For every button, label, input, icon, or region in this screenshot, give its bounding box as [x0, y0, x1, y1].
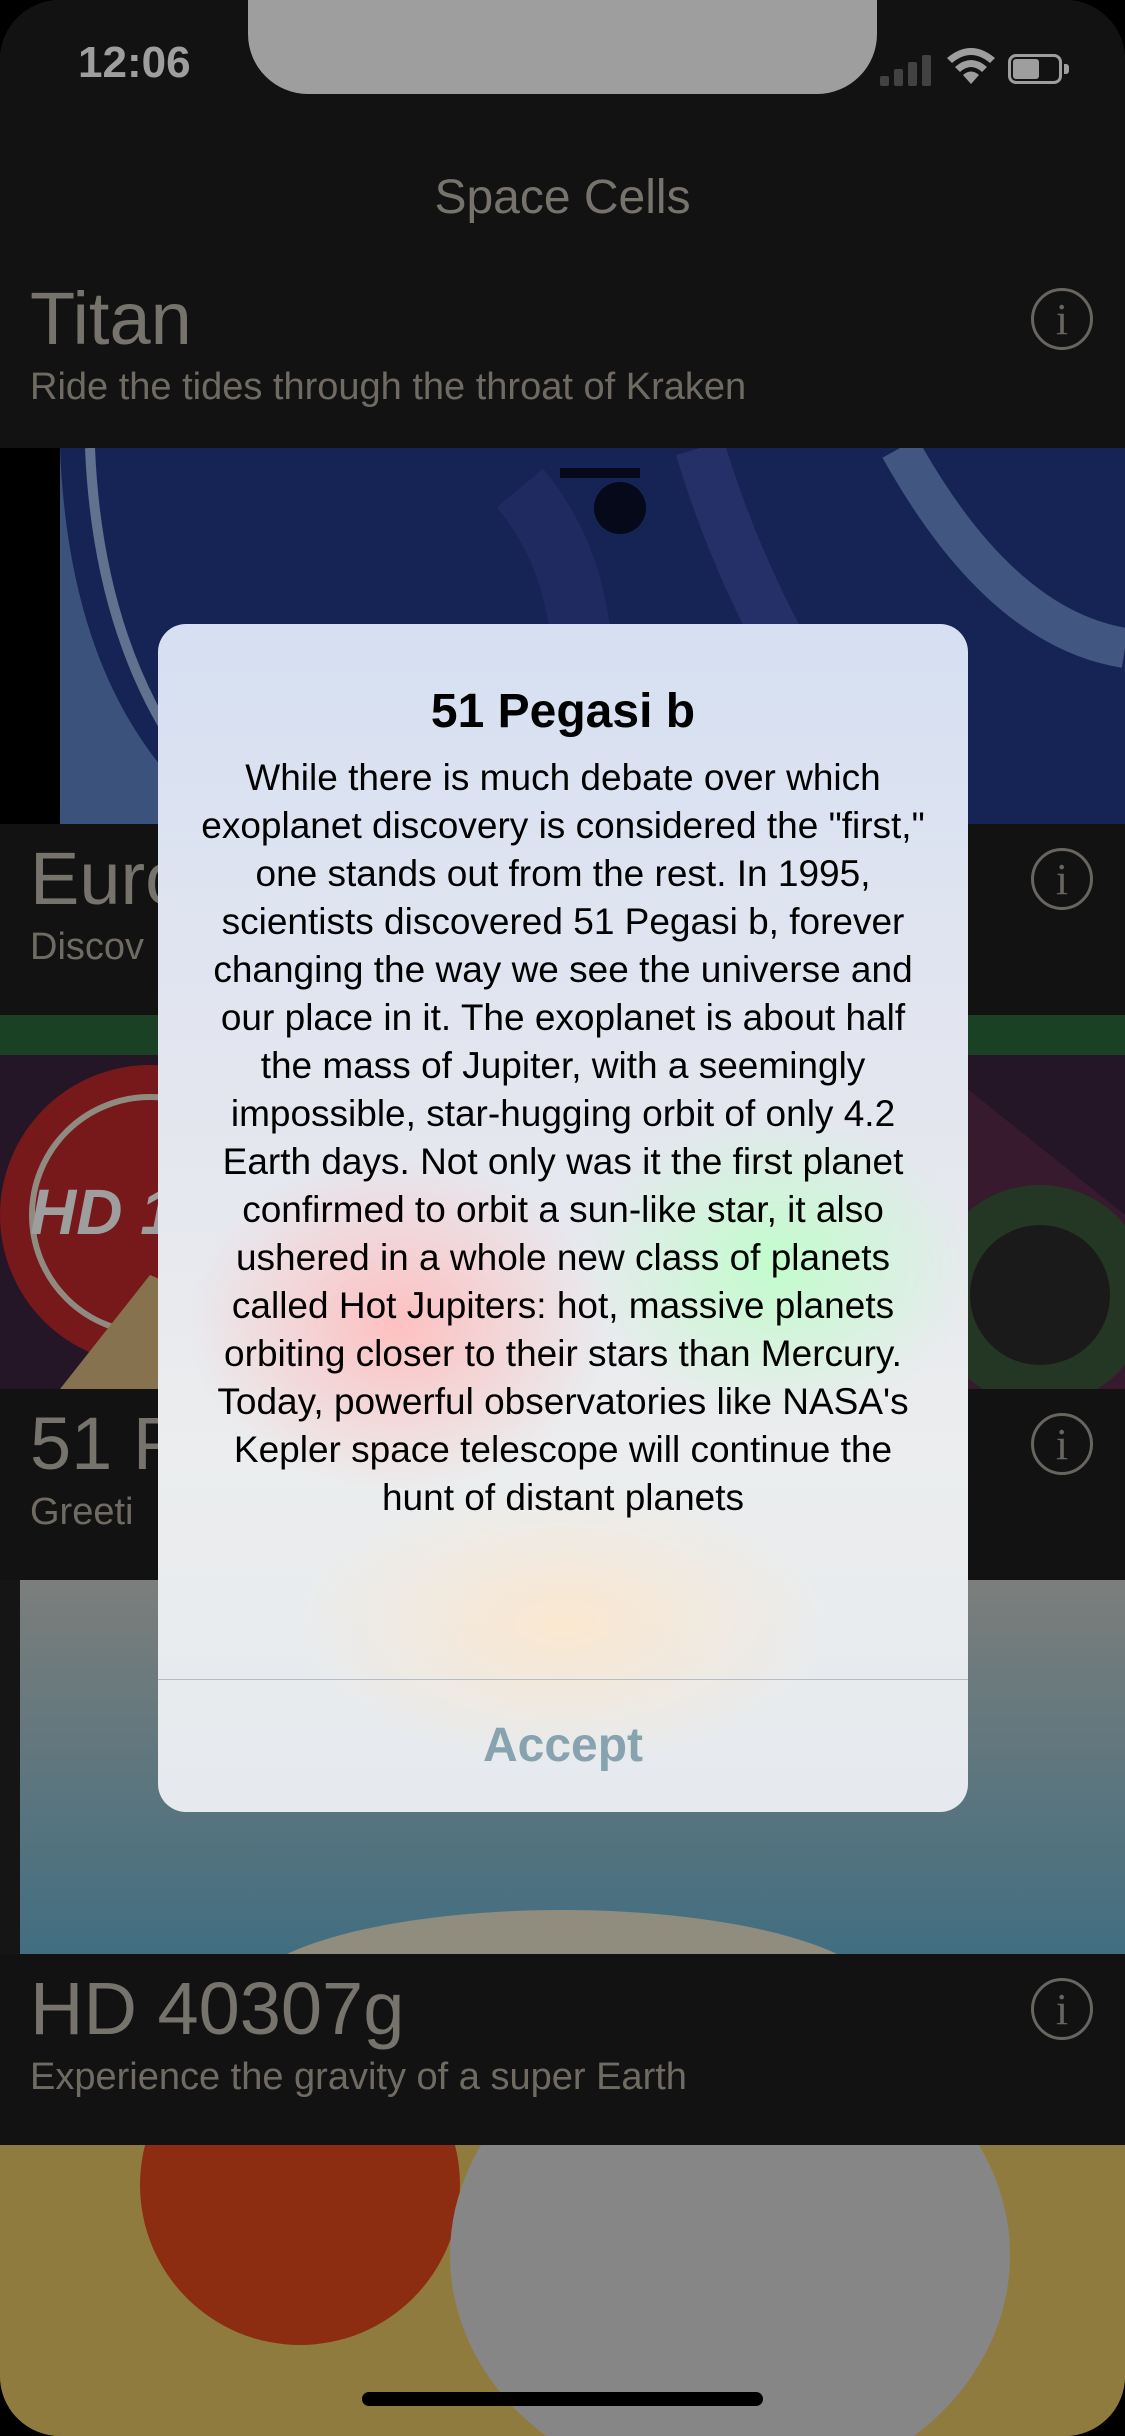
app-screen: 12:06 Space Cells Titan Ride the tides t…: [0, 0, 1125, 2436]
alert-message: While there is much debate over which ex…: [201, 757, 925, 1518]
home-indicator[interactable]: [362, 2392, 763, 2406]
alert-dialog: 51 Pegasi b While there is much debate o…: [158, 624, 968, 1812]
accept-button[interactable]: Accept: [158, 1680, 968, 1812]
alert-title: 51 Pegasi b: [430, 685, 696, 738]
